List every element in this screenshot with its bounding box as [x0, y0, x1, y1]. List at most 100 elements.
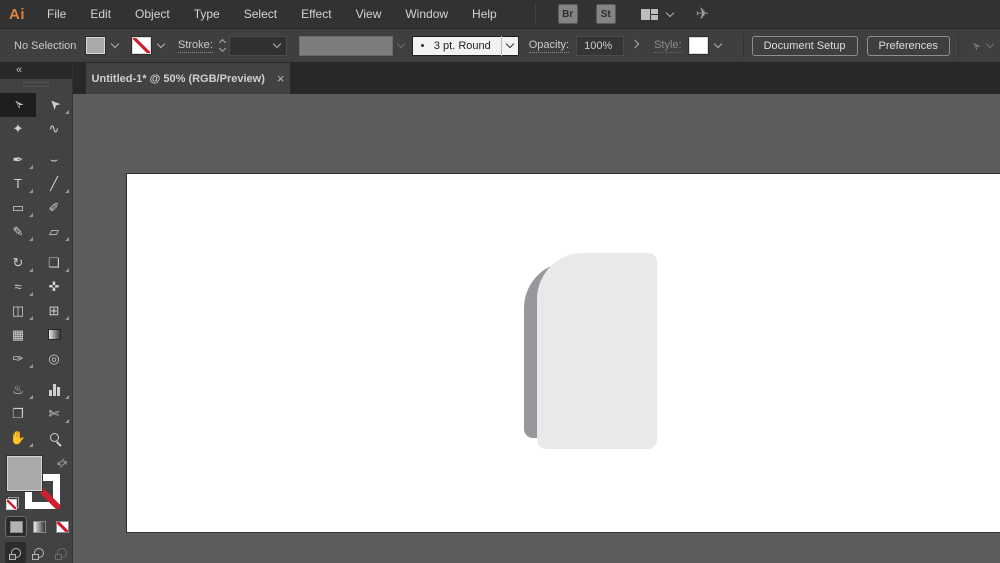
- curvature-tool[interactable]: ⌣: [36, 148, 72, 172]
- zoom-tool[interactable]: [36, 426, 72, 450]
- artboard-icon: ❐: [12, 406, 24, 422]
- draw-behind-button[interactable]: [28, 542, 49, 563]
- menu-object[interactable]: Object: [123, 0, 182, 29]
- menu-file[interactable]: File: [35, 0, 78, 29]
- brush-chevron-box[interactable]: [500, 35, 518, 56]
- tools-panel: « ➢ ➤ ✦ ∿ ✒ ⌣ T ╱ ▭ ✐ ✎ ▱ ↻ ❏ ≈ ✜ ◫ ⊞ ▦ ✑ ◎ ♨ ❐ ✄ ✋ ⇆: [0, 63, 73, 563]
- menu-help[interactable]: Help: [460, 0, 509, 29]
- arrange-documents-icon[interactable]: [640, 8, 658, 20]
- draw-behind-icon: [31, 547, 44, 560]
- pencil-icon: ✎: [12, 224, 24, 240]
- menu-items: File Edit Object Type Select Effect View Window…: [35, 0, 509, 29]
- artboard-tool[interactable]: ❐: [0, 402, 36, 426]
- pen-tool[interactable]: ✒: [0, 148, 36, 172]
- brush-definition-select[interactable]: 3 pt. Round: [411, 35, 519, 56]
- shape-builder-icon: ◫: [11, 303, 25, 319]
- direct-selection-icon: ➤: [44, 95, 64, 114]
- chevron-down-icon[interactable]: [156, 39, 166, 49]
- column-graph-icon: [48, 383, 60, 396]
- paintbrush-icon: ✐: [48, 200, 60, 216]
- hand-icon: ✋: [9, 430, 27, 446]
- hand-tool[interactable]: ✋: [0, 426, 36, 450]
- rectangle-tool[interactable]: ▭: [0, 196, 36, 220]
- style-swatch[interactable]: [687, 36, 709, 55]
- menu-view[interactable]: View: [344, 0, 394, 29]
- draw-inside-button: [51, 542, 72, 563]
- menu-window[interactable]: Window: [393, 0, 460, 29]
- document-setup-button[interactable]: Document Setup: [751, 35, 858, 56]
- default-fill-stroke-icon[interactable]: [6, 496, 19, 510]
- style-label: Style:: [654, 38, 682, 53]
- gradient-button[interactable]: [29, 517, 49, 536]
- rotate-tool[interactable]: ↻: [0, 251, 36, 275]
- document-tab[interactable]: Untitled-1* @ 50% (RGB/Preview) ×: [86, 63, 290, 94]
- line-segment-icon: ╱: [50, 176, 58, 192]
- lasso-tool[interactable]: ∿: [36, 117, 72, 141]
- chevron-down-icon[interactable]: [713, 39, 722, 49]
- stroke-weight-select[interactable]: [228, 35, 287, 56]
- puppet-warp-tool[interactable]: ✜: [36, 275, 72, 299]
- draw-normal-icon: [8, 547, 21, 560]
- lasso-icon: ∿: [48, 121, 60, 137]
- fill-swatch-indicator[interactable]: [6, 454, 43, 492]
- pencil-tool[interactable]: ✎: [0, 220, 36, 244]
- mesh-tool[interactable]: ▦: [0, 323, 36, 347]
- select-similar-icon: ➢: [967, 36, 985, 55]
- type-tool[interactable]: T: [0, 172, 36, 196]
- eyedropper-tool[interactable]: ✑: [0, 347, 36, 371]
- collapse-panel-button[interactable]: «: [0, 63, 72, 80]
- stroke-label[interactable]: Stroke:: [178, 39, 213, 53]
- line-segment-tool[interactable]: ╱: [36, 172, 72, 196]
- direct-selection-tool[interactable]: ➤: [36, 93, 72, 117]
- stroke-weight-stepper[interactable]: [218, 38, 226, 53]
- paint-attribute-buttons: [0, 517, 72, 536]
- selection-tool[interactable]: ➢: [0, 92, 36, 117]
- canvas-area[interactable]: [73, 94, 1000, 563]
- brush-preview-dot: [420, 44, 424, 47]
- divider: [534, 5, 536, 23]
- draw-normal-button[interactable]: [5, 542, 26, 563]
- perspective-grid-tool[interactable]: ⊞: [36, 299, 72, 323]
- blend-tool[interactable]: ◎: [36, 347, 72, 371]
- none-button[interactable]: [52, 517, 72, 536]
- control-bar: No Selection Stroke: 3 pt. Round Opacity…: [0, 29, 1000, 63]
- slice-tool[interactable]: ✄: [36, 402, 72, 426]
- preferences-button[interactable]: Preferences: [866, 35, 950, 56]
- menu-edit[interactable]: Edit: [78, 0, 123, 29]
- swap-fill-stroke-icon[interactable]: ⇆: [53, 454, 70, 471]
- opacity-label[interactable]: Opacity:: [528, 39, 570, 53]
- document-tab-bar: Untitled-1* @ 50% (RGB/Preview) ×: [73, 63, 1000, 94]
- share-icon[interactable]: ✈: [696, 4, 709, 24]
- eraser-tool[interactable]: ▱: [36, 220, 72, 244]
- color-button[interactable]: [6, 517, 26, 536]
- drawn-shape-front[interactable]: [537, 253, 657, 449]
- symbol-sprayer-tool[interactable]: ♨: [0, 378, 36, 402]
- scale-tool[interactable]: ❏: [36, 251, 72, 275]
- stock-button[interactable]: St: [595, 4, 616, 24]
- width-tool[interactable]: ≈: [0, 275, 36, 299]
- column-graph-tool[interactable]: [36, 378, 72, 402]
- opacity-input[interactable]: 100%: [576, 35, 625, 56]
- eyedropper-icon: ✑: [12, 351, 24, 367]
- rotate-icon: ↻: [12, 255, 24, 271]
- paintbrush-tool[interactable]: ✐: [36, 196, 72, 220]
- gradient-tool[interactable]: [36, 323, 72, 347]
- blend-icon: ◎: [48, 351, 60, 367]
- fill-color-swatch[interactable]: [85, 36, 106, 55]
- magic-wand-tool[interactable]: ✦: [0, 117, 36, 141]
- panel-grip[interactable]: [0, 79, 72, 90]
- bridge-button[interactable]: Br: [557, 4, 578, 24]
- menu-select[interactable]: Select: [232, 0, 289, 29]
- rectangle-icon: ▭: [11, 200, 25, 216]
- chevron-down-icon[interactable]: [665, 8, 674, 17]
- opacity-expand-button[interactable]: [628, 36, 642, 56]
- close-tab-icon[interactable]: ×: [277, 71, 285, 86]
- menu-type[interactable]: Type: [182, 0, 232, 29]
- selection-icon: ➢: [8, 95, 28, 114]
- shape-builder-tool[interactable]: ◫: [0, 299, 36, 323]
- stroke-color-swatch[interactable]: [131, 36, 152, 55]
- chevron-down-icon[interactable]: [110, 39, 120, 49]
- menu-effect[interactable]: Effect: [289, 0, 343, 29]
- magic-wand-icon: ✦: [12, 121, 24, 137]
- menu-bar: Ai File Edit Object Type Select Effect View Win…: [0, 0, 1000, 29]
